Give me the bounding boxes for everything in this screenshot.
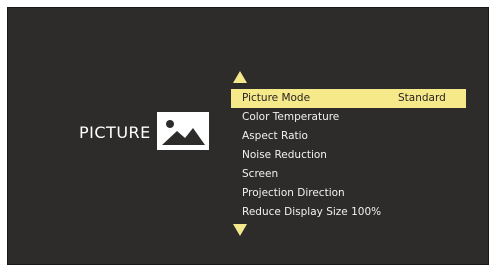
menu-item-picture-mode[interactable]: Picture Mode Standard [231,89,466,108]
scroll-up-arrow-icon[interactable] [233,71,247,83]
section-title: PICTURE [79,123,151,142]
menu-item-label: Picture Mode [242,92,311,104]
settings-menu: Picture Mode Standard Color Temperature … [231,89,466,222]
menu-item-value: Standard [398,92,446,104]
menu-item-label: Reduce Display Size 100% [242,206,382,218]
menu-item-aspect-ratio[interactable]: Aspect Ratio [231,127,466,146]
scroll-down-arrow-icon[interactable] [233,224,247,236]
menu-item-noise-reduction[interactable]: Noise Reduction [231,146,466,165]
menu-item-screen[interactable]: Screen [231,165,466,184]
menu-item-label: Screen [242,168,279,180]
menu-item-label: Noise Reduction [242,149,327,161]
menu-item-label: Projection Direction [242,187,345,199]
menu-item-label: Aspect Ratio [242,130,308,142]
menu-item-projection-direction[interactable]: Projection Direction [231,184,466,203]
menu-item-reduce-display-size[interactable]: Reduce Display Size 100% [231,203,466,222]
menu-item-label: Color Temperature [242,111,340,123]
menu-item-color-temperature[interactable]: Color Temperature [231,108,466,127]
picture-icon [157,112,209,150]
